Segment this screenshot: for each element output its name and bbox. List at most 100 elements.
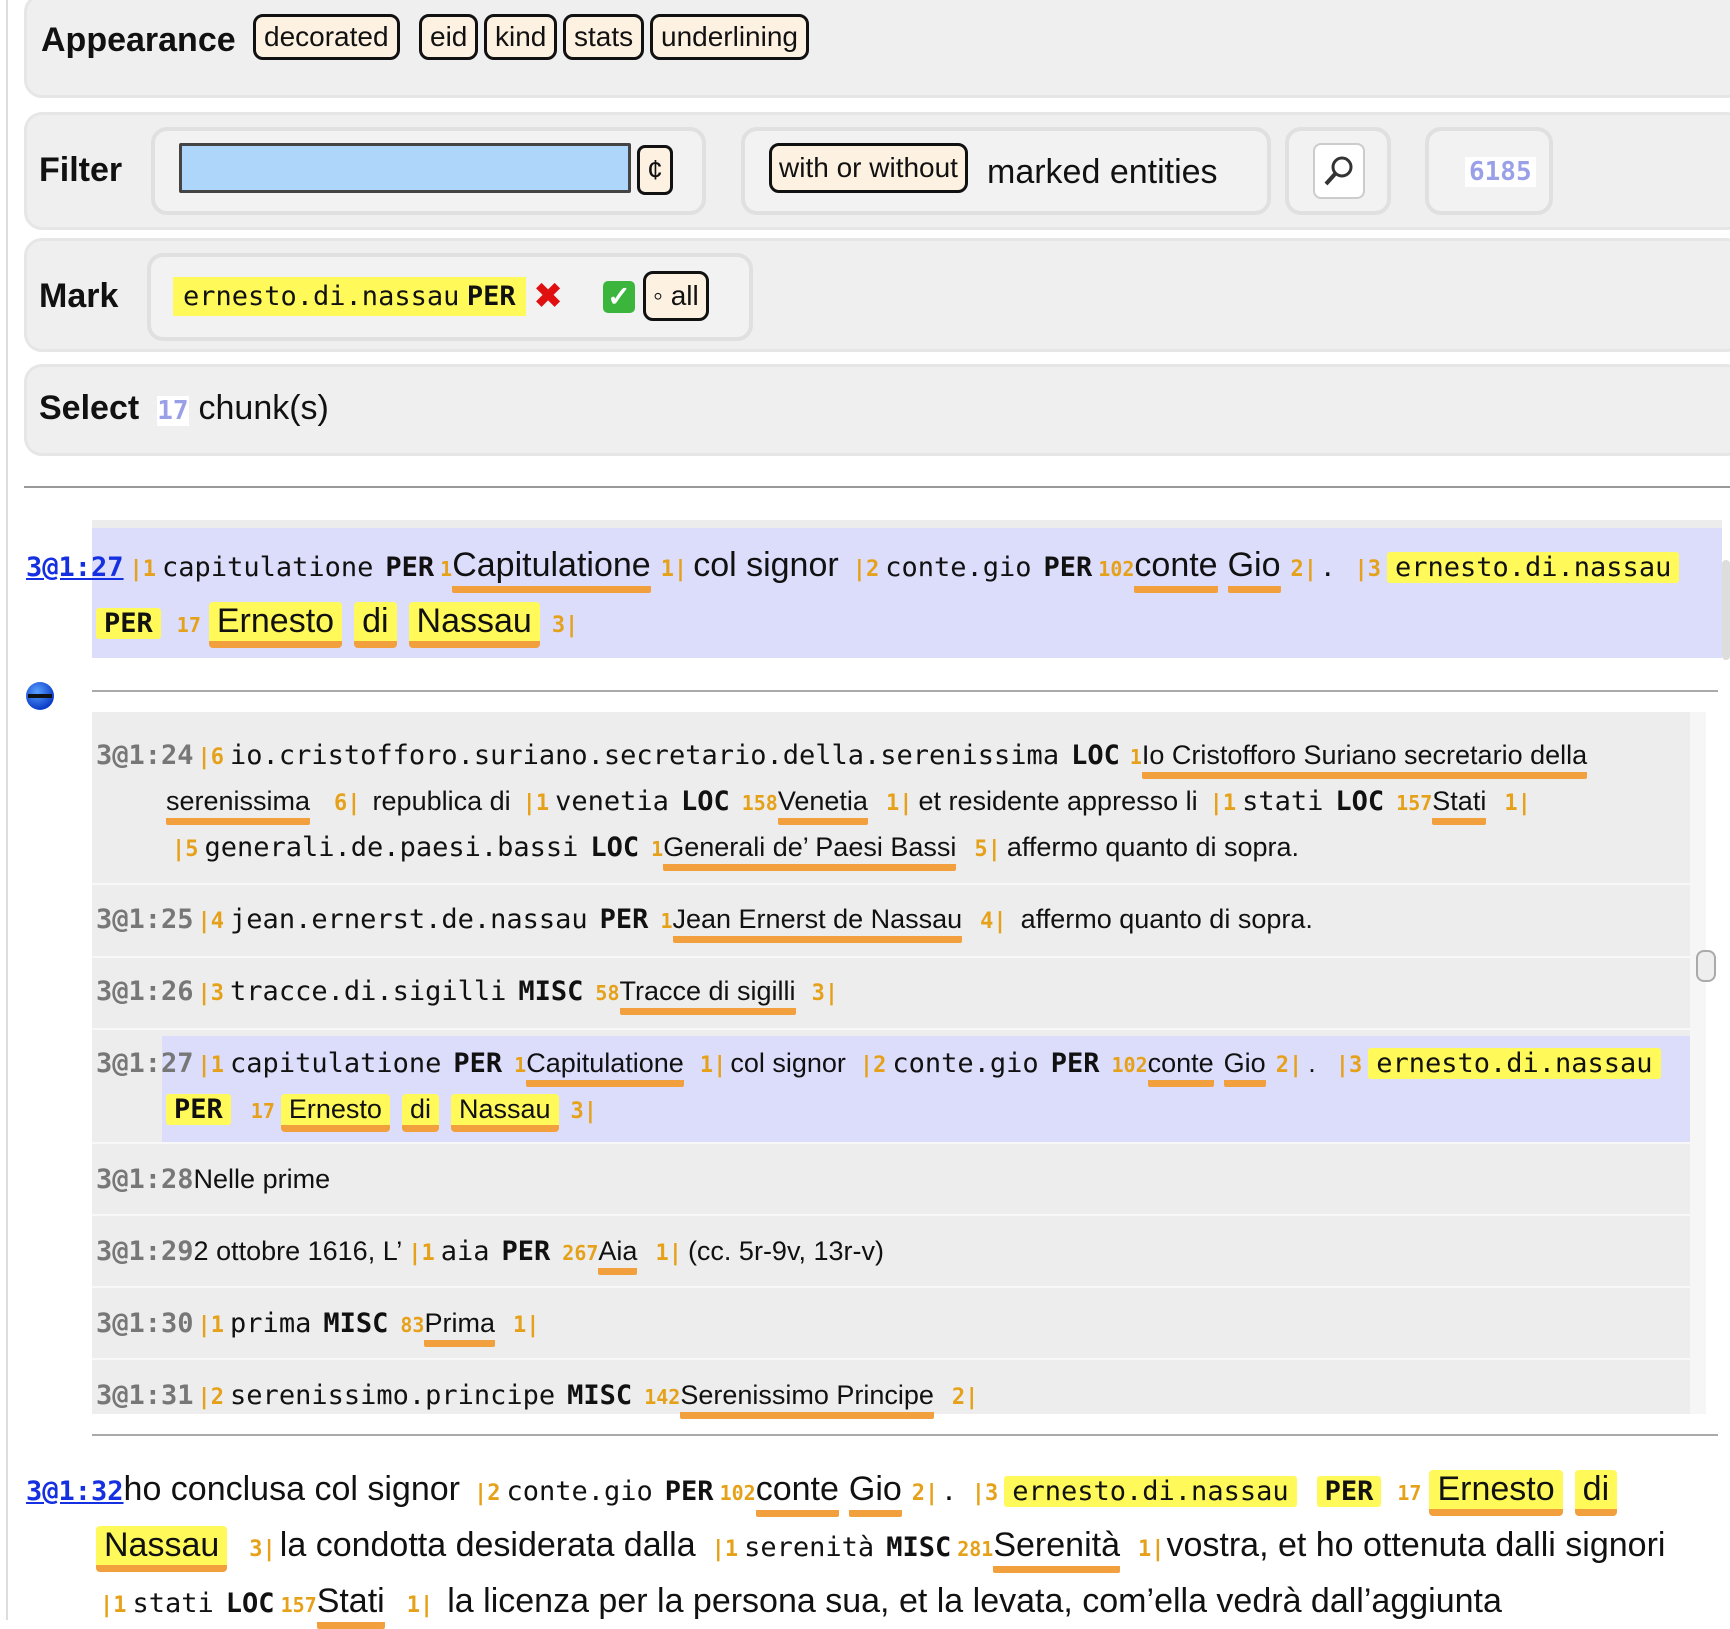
entity-close-bar: 2: [951, 1385, 966, 1410]
marked-entity-box: ernesto.di.nassau PER ✖ ✓ ◦ all: [147, 253, 753, 341]
row-separator: [92, 1028, 1690, 1030]
entity-token: conte: [1147, 1048, 1214, 1087]
entity-count: 142: [644, 1385, 681, 1409]
row-node-id: 3@1:29: [96, 1236, 194, 1267]
context-row: 3@1:26 | 3 tracce.di.sigilli MISC 58 Trac…: [96, 976, 838, 1015]
entity-open-bar: |: [197, 1385, 211, 1410]
plain-text: .: [1323, 546, 1333, 584]
entity-close-bar: 6: [334, 791, 348, 816]
result-line-2: PER 17 Ernesto di Nassau 3|: [92, 602, 578, 648]
entity-open-bar: 6: [210, 745, 225, 770]
entity-close-bar: 1: [655, 1241, 669, 1266]
entity-count: 102: [1111, 1053, 1148, 1077]
entity-close-bar: |: [526, 1313, 540, 1338]
entity-close-bar: 1|: [699, 1053, 727, 1078]
entity-close-bar: 1|: [1137, 1537, 1165, 1562]
plain-text: affermo quanto di sopra.: [1020, 904, 1313, 934]
eid-button[interactable]: eid: [419, 14, 479, 60]
row-separator: [92, 1214, 1690, 1216]
entity-eid: capitulatione: [162, 552, 374, 583]
entity-token: Stati: [316, 1582, 385, 1629]
collapse-icon[interactable]: [26, 682, 54, 710]
entity-open-bar: |3: [1354, 557, 1381, 582]
entity-eid: tracce.di.sigilli: [230, 976, 507, 1007]
entity-close-bar: |: [987, 837, 1001, 862]
entity-eid: conte.gio: [885, 552, 1032, 583]
magnifier-icon[interactable]: [1313, 143, 1365, 199]
entity-eid: serenissimo.principe: [230, 1380, 556, 1411]
entity-close-bar: |: [965, 1385, 979, 1410]
entity-token: Venetia: [777, 786, 868, 825]
entity-close-bar: 4: [980, 909, 994, 934]
entity-count: 102: [1098, 557, 1135, 581]
marked-token: di: [401, 1094, 439, 1132]
context-scrollbar[interactable]: [1696, 950, 1716, 982]
marked-token: Ernesto: [280, 1094, 390, 1132]
confirm-mark-icon[interactable]: ✓: [603, 281, 635, 313]
row-node-id: 3@1:26: [96, 976, 194, 1007]
entity-open-bar: |1: [129, 557, 157, 582]
entity-kind: PER: [501, 1236, 551, 1267]
entity-kind: PER: [385, 552, 435, 583]
entity-token: Io Cristofforo Suriano secretario della: [1141, 740, 1588, 779]
decorated-button[interactable]: decorated: [253, 14, 400, 60]
mark-all-button[interactable]: ◦ all: [643, 271, 709, 321]
context-top-rule: [92, 690, 1718, 692]
select-label: Select: [39, 389, 140, 427]
entity-count: 102: [719, 1481, 756, 1505]
kind-button[interactable]: kind: [484, 14, 558, 60]
entity-kind: LOC: [590, 832, 640, 863]
entity-open-bar: |3: [971, 1481, 999, 1506]
with-or-without-button[interactable]: with or without: [769, 143, 968, 193]
search-input[interactable]: [179, 143, 631, 193]
entity-eid: io.cristofforo.suriano.secretario.della.…: [230, 740, 1060, 771]
select-count: 17: [157, 396, 189, 426]
result-node-link[interactable]: 3@1:32: [26, 1476, 124, 1507]
row-separator: [92, 1358, 1690, 1360]
entity-close-bar: |: [824, 981, 839, 1006]
entity-open-bar: 1: [210, 1313, 225, 1338]
entity-count: 17: [1397, 1481, 1422, 1505]
entity-open-bar: |: [197, 981, 211, 1006]
entity-close-bar: 3: [811, 981, 825, 1006]
marked-entity-kind: PER: [96, 608, 161, 639]
entity-open-bar: |: [197, 1313, 211, 1338]
select-panel: Select 17 chunk(s): [24, 364, 1730, 456]
entity-kind: LOC: [225, 1588, 275, 1619]
entity-close-bar: 2|: [1290, 557, 1318, 582]
filter-panel: Filter ¢ with or without marked entities…: [24, 112, 1730, 230]
underlining-button[interactable]: underlining: [650, 14, 809, 60]
page-scrollbar[interactable]: [1722, 560, 1730, 660]
entity-eid: generali.de.paesi.bassi: [204, 832, 579, 863]
entity-eid: stati: [1242, 786, 1324, 817]
entity-close-bar: 1: [885, 791, 900, 816]
entity-kind: MISC: [886, 1532, 952, 1563]
context-row-cont: | 5 generali.de.paesi.bassi LOC 1 General…: [172, 832, 1299, 871]
entity-close-bar: 1|: [660, 557, 688, 582]
entity-eid: serenità: [744, 1532, 875, 1563]
row-separator: [92, 1286, 1690, 1288]
context-row: 3@1:25 | 4 jean.ernerst.de.nassau PER 1 J…: [96, 904, 1313, 943]
entity-token: Stati: [1432, 786, 1487, 825]
remove-mark-icon[interactable]: ✖: [533, 275, 563, 317]
entity-close-bar: 2|: [1275, 1053, 1303, 1078]
select-bar: Select 17 chunk(s): [39, 389, 329, 428]
plain-text: (cc. 5r-9v, 13r-v): [687, 1236, 884, 1266]
entity-eid: conte.gio: [506, 1476, 653, 1507]
marked-entity-kind: PER: [466, 281, 516, 312]
entity-token: conte: [755, 1470, 839, 1517]
entity-count: 158: [741, 791, 778, 815]
entity-open-bar: |1: [100, 1593, 127, 1618]
entity-open-bar: 4: [210, 909, 225, 934]
entity-open-bar: |2: [852, 557, 880, 582]
entity-token: Capitulatione: [526, 1048, 684, 1087]
cent-button[interactable]: ¢: [637, 145, 673, 195]
appearance-label: Appearance: [41, 21, 236, 59]
result-node-link[interactable]: 3@1:27: [26, 552, 124, 583]
entity-open-bar: |2: [473, 1481, 501, 1506]
context-row: 3@1:24 | 6 io.cristofforo.suriano.secreta…: [96, 740, 1597, 779]
entity-eid: venetia: [555, 786, 669, 817]
stats-button[interactable]: stats: [563, 14, 645, 60]
entity-kind: LOC: [1071, 740, 1120, 771]
entity-kind: LOC: [1335, 786, 1385, 817]
